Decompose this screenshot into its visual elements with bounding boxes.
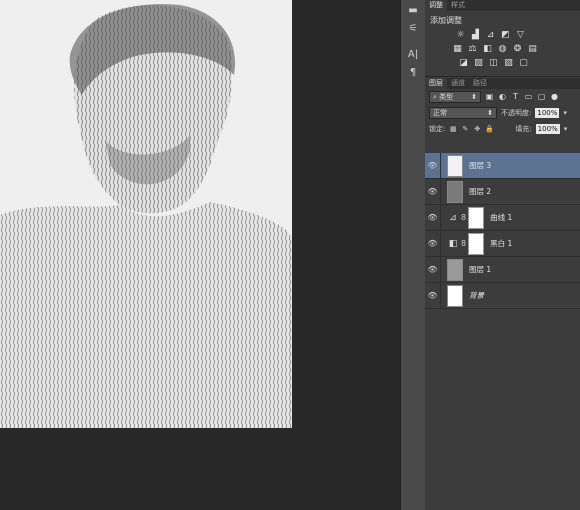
tab-styles[interactable]: 样式 (447, 0, 469, 11)
visibility-eye-icon[interactable]: 👁 (425, 161, 440, 170)
smart-object-filter-icon[interactable]: ▢ (537, 92, 546, 102)
shape-filter-icon[interactable]: ▭ (524, 92, 533, 102)
layer-name[interactable]: 图层 2 (469, 186, 491, 197)
hue-saturation-icon[interactable]: ▦ (452, 44, 463, 54)
layer-filter-row: ⌕ 类型 ⬍ ▣ ◐ T ▭ ▢ ● (425, 89, 580, 105)
layer-thumbnail (447, 180, 463, 203)
fill-field[interactable]: 100% (535, 124, 560, 134)
brightness-icon[interactable]: ☼ (455, 30, 466, 40)
opacity-label: 不透明度: (501, 109, 532, 117)
adjustment-icons-row-2: ▦ ⚖ ◧ ◍ ❂ ▤ (425, 42, 580, 56)
filter-kind-value: ⌕ 类型 (433, 93, 454, 101)
selective-color-icon[interactable]: ▢ (518, 58, 529, 68)
mask-link-icon[interactable]: 8 (461, 213, 466, 222)
portrait-wave-line-image (0, 0, 292, 428)
adjustments-tabs: 调整 样式 (425, 0, 580, 11)
invert-icon[interactable]: ◪ (458, 58, 469, 68)
color-balance-icon[interactable]: ⚖ (467, 44, 478, 54)
gradient-map-icon[interactable]: ▧ (503, 58, 514, 68)
lock-image-icon[interactable]: ✎ (461, 125, 469, 133)
channel-mixer-icon[interactable]: ❂ (512, 44, 523, 54)
visibility-eye-icon[interactable]: 👁 (425, 291, 440, 300)
layer-row[interactable]: 👁 背景 (425, 283, 580, 309)
character-panel-icon[interactable]: A| (401, 48, 425, 62)
adjustment-icons-row-3: ◪ ▨ ◫ ▧ ▢ (425, 56, 580, 70)
vibrance-icon[interactable]: ▽ (515, 30, 526, 40)
layer-mask-thumbnail[interactable] (468, 232, 485, 255)
blend-mode-select[interactable]: 正常 ⬍ (429, 107, 497, 119)
layer-row[interactable]: 👁 图层 3 (425, 153, 580, 179)
properties-icon[interactable]: ⚟ (401, 22, 425, 36)
visibility-eye-icon[interactable]: 👁 (425, 187, 440, 196)
fill-dropdown-icon[interactable]: ▾ (564, 125, 568, 133)
tab-adjustments[interactable]: 调整 (425, 0, 447, 11)
pixel-filter-icon[interactable]: ▣ (485, 92, 494, 102)
color-lookup-icon[interactable]: ▤ (527, 44, 538, 54)
layer-row[interactable]: 👁 ◧ 8 黑白 1 (425, 231, 580, 257)
layer-row[interactable]: 👁 图层 2 (425, 179, 580, 205)
paragraph-panel-icon[interactable]: ¶ (401, 66, 425, 80)
curves-adjustment-icon: ⊿ (449, 212, 457, 223)
blend-mode-value: 正常 (433, 109, 447, 117)
history-icon[interactable]: ▬ (401, 4, 425, 18)
curves-icon[interactable]: ⊿ (485, 30, 496, 40)
type-filter-icon[interactable]: T (511, 92, 520, 102)
layer-row[interactable]: 👁 图层 1 (425, 257, 580, 283)
layers-list: 👁 图层 3 👁 图层 2 👁 ⊿ 8 曲线 1 👁 ◧ 8 黑白 1 👁 图层… (425, 153, 580, 309)
layer-name[interactable]: 黑白 1 (490, 238, 512, 249)
chevron-down-icon: ⬍ (471, 93, 477, 101)
exposure-icon[interactable]: ◩ (500, 30, 511, 40)
lock-all-icon[interactable]: 🔒 (485, 125, 494, 133)
visibility-eye-icon[interactable]: 👁 (425, 265, 440, 274)
tab-layers[interactable]: 图层 (425, 78, 447, 89)
adjustment-filter-icon[interactable]: ◐ (498, 92, 507, 102)
blend-opacity-row: 正常 ⬍ 不透明度: 100% ▾ (425, 105, 580, 121)
tab-paths[interactable]: 路径 (469, 78, 491, 89)
filter-kind-select[interactable]: ⌕ 类型 ⬍ (429, 91, 481, 103)
black-white-icon[interactable]: ◧ (482, 44, 493, 54)
panel-toolstrip: ▬ ⚟ A| ¶ (400, 0, 426, 510)
photo-filter-icon[interactable]: ◍ (497, 44, 508, 54)
chevron-down-icon: ⬍ (487, 109, 493, 117)
posterize-icon[interactable]: ▨ (473, 58, 484, 68)
levels-icon[interactable]: ▟ (470, 30, 481, 40)
layer-thumbnail (447, 258, 463, 281)
opacity-dropdown-icon[interactable]: ▾ (563, 109, 567, 117)
layer-row[interactable]: 👁 ⊿ 8 曲线 1 (425, 205, 580, 231)
fill-label: 填充: (515, 125, 532, 133)
divider (425, 70, 580, 77)
lock-label: 锁定: (429, 125, 446, 133)
lock-transparent-icon[interactable]: ▦ (449, 125, 457, 133)
adjustment-icons-row-1: ☼ ▟ ⊿ ◩ ▽ (425, 28, 580, 42)
mask-link-icon[interactable]: 8 (461, 239, 466, 248)
filter-kind-text: 类型 (439, 93, 454, 101)
lock-position-icon[interactable]: ✥ (473, 125, 481, 133)
tab-channels[interactable]: 通道 (447, 78, 469, 89)
layer-name[interactable]: 图层 1 (469, 264, 491, 275)
layer-thumbnail (447, 154, 463, 177)
layer-name[interactable]: 图层 3 (469, 160, 491, 171)
layer-name[interactable]: 曲线 1 (490, 212, 512, 223)
filter-toggle-icon[interactable]: ● (550, 92, 559, 102)
layers-panel-tabs: 图层 通道 路径 (425, 78, 580, 89)
layer-mask-thumbnail[interactable] (468, 206, 485, 229)
right-panels: 调整 样式 添加调整 ☼ ▟ ⊿ ◩ ▽ ▦ ⚖ ◧ ◍ ❂ ▤ ◪ ▨ ◫ ▧… (425, 0, 580, 510)
opacity-field[interactable]: 100% (535, 108, 560, 118)
canvas-area[interactable] (0, 0, 400, 510)
layer-name[interactable]: 背景 (469, 290, 484, 301)
black-white-adjustment-icon: ◧ (448, 238, 458, 249)
layer-thumbnail (447, 284, 463, 307)
visibility-eye-icon[interactable]: 👁 (425, 213, 440, 222)
lock-fill-row: 锁定: ▦ ✎ ✥ 🔒 填充: 100% ▾ (425, 121, 580, 137)
document-image[interactable] (0, 0, 292, 428)
visibility-eye-icon[interactable]: 👁 (425, 239, 440, 248)
threshold-icon[interactable]: ◫ (488, 58, 499, 68)
add-adjustment-title: 添加调整 (430, 16, 462, 25)
